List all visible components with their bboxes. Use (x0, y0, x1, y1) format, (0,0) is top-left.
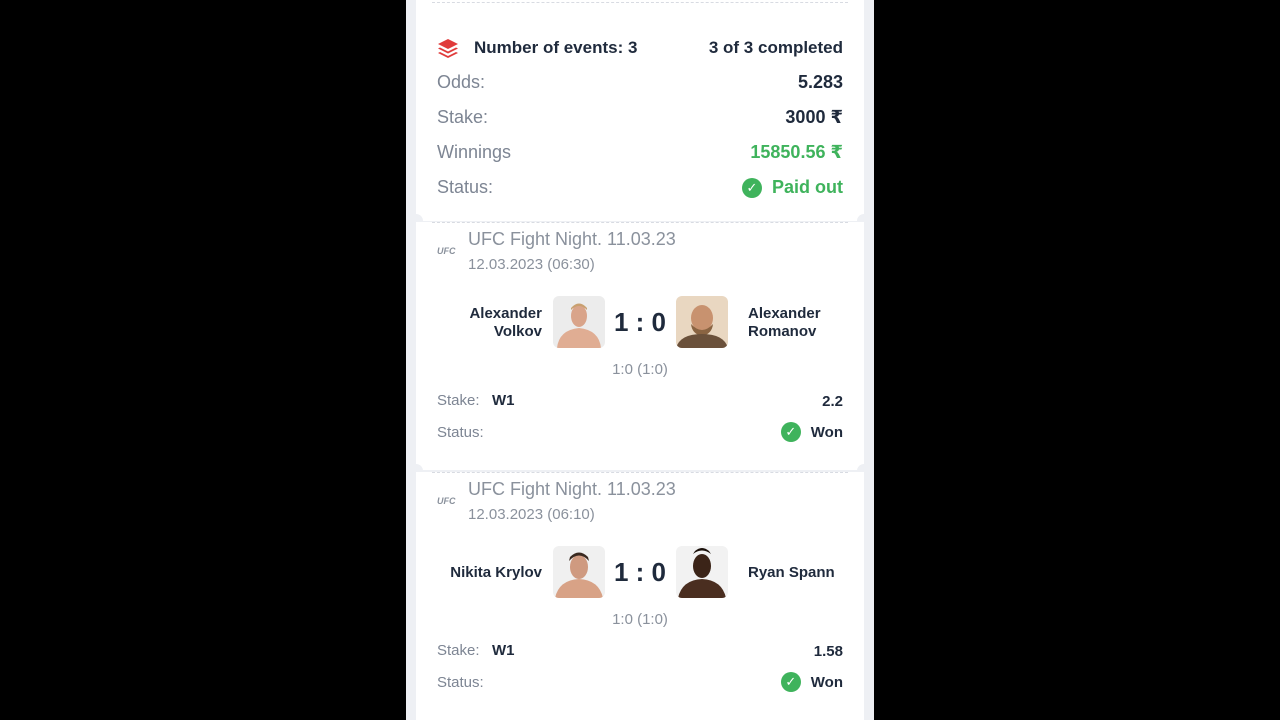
event-odds: 2.2 (822, 392, 843, 410)
divider (432, 472, 848, 473)
status-value: Won (810, 673, 843, 691)
event-status-row: Status: ✓ Won (437, 672, 843, 692)
winnings-row: Winnings 15850.56 ₹ (437, 142, 843, 163)
bet-summary-card: Number of events: 3 3 of 3 completed Odd… (416, 0, 864, 221)
winnings-label: Winnings (437, 142, 512, 162)
completed-count: 3 of 3 completed (708, 38, 843, 57)
fighter-1-last: Volkov (493, 323, 542, 340)
divider (432, 2, 848, 3)
fighter-1-avatar (553, 546, 605, 598)
ufc-logo: UFC (437, 496, 456, 506)
status-label: Status: (437, 177, 494, 197)
divider (432, 222, 848, 223)
check-circle-icon: ✓ (780, 422, 801, 442)
fighter-2-first: Alexander (748, 305, 821, 322)
event-title: UFC Fight Night. 11.03.23 (468, 229, 676, 249)
status-value: Paid out (772, 177, 843, 197)
odds-label: Odds: (437, 72, 486, 92)
event-card[interactable]: UFC UFC Fight Night. 11.03.23 12.03.2023… (416, 222, 864, 470)
sub-score: 1:0 (1:0) (612, 361, 668, 378)
status-value: Won (810, 423, 843, 441)
stake-pick: W1 (491, 392, 515, 409)
status-row: Status: ✓ Paid out (437, 177, 843, 198)
stake-value: 3000 ₹ (785, 107, 843, 127)
fighter-2-avatar (676, 546, 728, 598)
event-datetime: 12.03.2023 (06:10) (468, 506, 595, 523)
fighter-2-name: Alexander Romanov (748, 305, 821, 341)
stake-label: Stake: (437, 392, 480, 409)
event-datetime: 12.03.2023 (06:30) (468, 256, 595, 273)
stake-pick: W1 (491, 642, 515, 659)
ufc-logo: UFC (437, 246, 456, 256)
match-score: 1 : 0 (613, 557, 667, 587)
odds-value: 5.283 (797, 72, 843, 92)
fighter-1-avatar (553, 296, 605, 348)
fighter-1-name: Nikita Krylov (450, 564, 542, 581)
fighter-2-last: Romanov (748, 323, 817, 340)
fighter-1-first: Alexander (469, 305, 542, 322)
odds-row: Odds: 5.283 (437, 72, 843, 93)
layers-icon (437, 37, 459, 59)
fighter-2-avatar (676, 296, 728, 348)
fighter-2-name: Ryan Spann (748, 564, 835, 581)
event-card[interactable]: UFC UFC Fight Night. 11.03.23 12.03.2023… (416, 472, 864, 720)
event-stake-row: Stake: W1 1.58 (437, 642, 843, 660)
status-label: Status: (437, 423, 484, 441)
status-label: Status: (437, 673, 484, 691)
events-count: Number of events: 3 (474, 38, 638, 57)
bet-details-screen: Number of events: 3 3 of 3 completed Odd… (406, 0, 874, 720)
check-circle-icon: ✓ (780, 672, 801, 692)
event-status-row: Status: ✓ Won (437, 422, 843, 442)
stake-row: Stake: 3000 ₹ (437, 107, 843, 128)
event-odds: 1.58 (813, 642, 843, 660)
event-stake-row: Stake: W1 2.2 (437, 392, 843, 410)
winnings-value: 15850.56 ₹ (750, 142, 843, 162)
sub-score: 1:0 (1:0) (612, 611, 668, 628)
events-count-row: Number of events: 3 3 of 3 completed (437, 37, 843, 59)
check-circle-icon: ✓ (742, 177, 762, 198)
stake-label: Stake: (437, 107, 489, 127)
event-title: UFC Fight Night. 11.03.23 (468, 479, 676, 499)
fighter-1-name: Alexander Volkov (469, 305, 542, 341)
match-score: 1 : 0 (613, 307, 667, 337)
stake-label: Stake: (437, 642, 480, 659)
